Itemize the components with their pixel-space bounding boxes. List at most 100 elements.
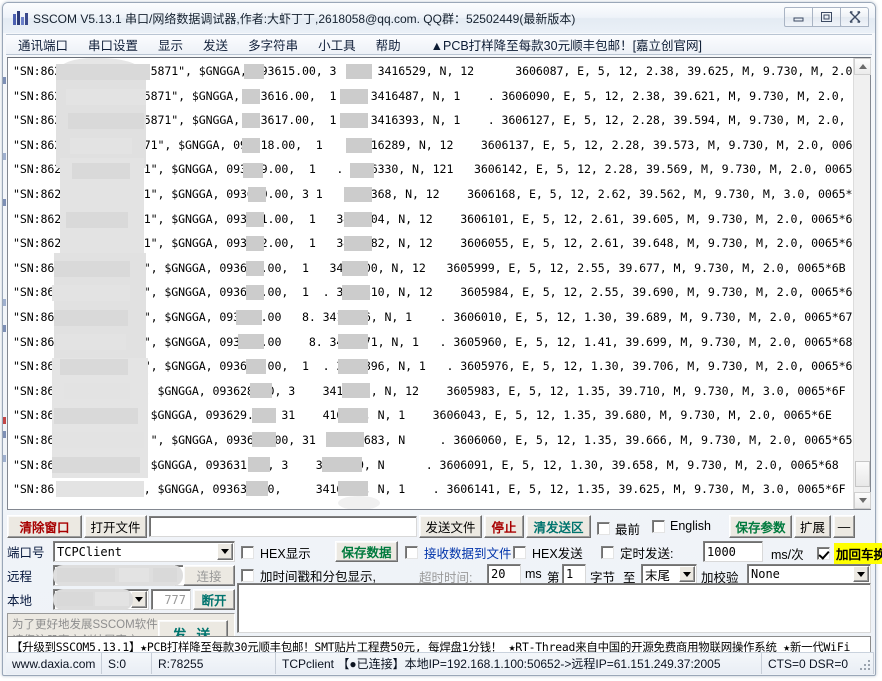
window-title: SSCOM V5.13.1 串口/网络数据调试器,作者:大虾丁丁,2618058… [33,11,576,26]
chevron-down-icon-local[interactable] [131,591,147,608]
recv-to-file-group[interactable]: 接收数据到文件 [405,543,512,562]
receive-line: "SN:8626 5871", $GNGGA, 093625.00 8. 341… [13,309,853,324]
local-port-value: 777 [164,592,186,607]
receive-line: "SN:862 1", $GNGGA, 093631.00, 3 3416689… [13,457,839,472]
remote-label: 远程 [7,569,33,584]
send-textarea[interactable] [237,583,871,633]
timeout-value: 20 [491,567,506,581]
topmost-checkbox[interactable] [597,522,610,535]
english-checkbox[interactable] [652,519,665,533]
english-checkbox-group[interactable]: English [652,519,711,533]
menu-ad-link[interactable]: ▲PCB打样降至每款30元顺丰包邮！[嘉立创官网] [431,35,702,54]
status-website[interactable]: www.daxia.com [6,653,102,674]
scroll-up-icon[interactable] [854,58,871,75]
menu-bar: 通讯端口 串口设置 显示 发送 多字符串 小工具 帮助 ▲PCB打样降至每款30… [6,34,872,55]
connection-panel: 端口号 TCPClient 远程 连接 本地 777 断开 为了更好地发展SSC… [7,541,235,657]
menu-item-tools[interactable]: 小工具 [310,35,364,54]
timed-send-group[interactable]: 定时发送: [601,543,673,562]
receive-line: "SN:8626 5871", $GNGGA, 093615.00, 3 341… [13,64,853,78]
clear-send-area-button[interactable]: 清发送区 [526,515,591,538]
close-icon[interactable] [840,7,869,27]
checksum-select[interactable]: None [747,564,871,584]
local-port-input[interactable]: 777 [151,589,191,610]
receive-line: "SN:862 5871", $GNGGA, 093623.00, 1 3416… [13,260,846,275]
open-file-button[interactable]: 打开文件 [84,515,147,538]
topmost-checkbox-group[interactable]: 最前 [597,519,640,538]
crlf-checkbox[interactable] [817,547,830,560]
collapse-button[interactable]: — [833,515,855,538]
hex-display-checkbox[interactable] [241,546,254,559]
interval-unit-label: ms/次 [771,548,804,562]
interval-value: 1000 [707,544,736,559]
toolbar-row: 清除窗口 打开文件 发送文件 停止 清发送区 最前 English 保存参数 扩… [7,515,871,539]
register-note-line1: 为了更好地发展SSCOM软件 [12,619,158,631]
remote-address-input[interactable] [53,565,173,586]
timestamp-checkbox[interactable] [241,569,254,582]
stop-button[interactable]: 停止 [484,515,524,538]
status-sent: S:0 [102,653,152,674]
menu-item-port-config[interactable]: 串口设置 [80,35,146,54]
local-row: 本地 [7,589,51,609]
status-connection: TCPclient 【●已连接】本地IP=192.168.1.100:50652… [276,653,762,674]
port-label: 端口号 [7,545,45,560]
sscom-window: SSCOM V5.13.1 串口/网络数据调试器,作者:大虾丁丁,2618058… [2,2,882,676]
title-bar: SSCOM V5.13.1 串口/网络数据调试器,作者:大虾丁丁,2618058… [3,3,875,33]
receive-text-area[interactable]: "SN:8626 5871", $GNGGA, 093615.00, 3 341… [8,58,853,509]
byte-from-input[interactable]: 1 [562,564,586,584]
receive-lines: "SN:8626 5871", $GNGGA, 093615.00, 3 341… [13,59,853,502]
signal-bars-icon [12,10,28,26]
receive-line: "SN:862 5871", $GNGGA, 093624.00, 1 . 34… [13,285,853,300]
scroll-down-icon[interactable] [854,492,871,509]
byte-to-value: 末尾 [645,568,671,583]
port-select-value: TCPClient [57,544,123,559]
app-root: SSCOM V5.13.1 串口/网络数据调试器,作者:大虾丁丁,2618058… [0,0,882,681]
menu-item-send[interactable]: 发送 [195,35,236,54]
scrollbar-thumb[interactable] [855,461,870,487]
hex-send-checkbox[interactable] [513,546,526,559]
english-label: English [670,519,711,533]
hex-display-group[interactable]: HEX显示 [241,543,311,562]
menu-item-help[interactable]: 帮助 [368,35,409,54]
connect-button[interactable]: 连接 [183,565,235,586]
resize-grip-icon[interactable] [858,658,872,672]
maximize-icon[interactable] [812,7,841,27]
save-data-button[interactable]: 保存数据 [335,541,398,562]
receive-scrollbar[interactable] [853,58,871,509]
chevron-down-icon[interactable] [217,543,233,560]
receive-panel: "SN:8626 5871", $GNGGA, 093615.00, 3 341… [7,57,871,510]
hex-send-label: HEX发送 [532,547,583,561]
timed-send-checkbox[interactable] [601,546,614,559]
disconnect-button[interactable]: 断开 [193,589,235,610]
receive-line: "SN:8626 1", $GNGGA, 093629.00, 31 41676… [13,408,832,423]
save-params-button[interactable]: 保存参数 [729,515,792,538]
hex-display-label: HEX显示 [260,547,311,561]
byte-to-select[interactable]: 末尾 [641,564,697,584]
crlf-label: 加回车换行 [834,543,882,564]
topmost-label: 最前 [615,523,641,537]
menu-item-display[interactable]: 显示 [150,35,191,54]
menu-item-comm-port[interactable]: 通讯端口 [10,35,76,54]
receive-line: "SN:86. 671", $GNGGA, 093632.00, 3416414… [13,482,846,497]
chevron-down-icon-checksum[interactable] [853,566,869,582]
chevron-down-icon-byteto[interactable] [679,566,695,582]
minimize-icon[interactable] [784,7,813,27]
menu-item-multistring[interactable]: 多字符串 [240,35,306,54]
timeout-input[interactable]: 20 [487,564,521,584]
crlf-group[interactable]: 加回车换行 ? [817,543,882,564]
port-row: 端口号 [7,541,51,561]
clear-window-button[interactable]: 清除窗口 [7,515,82,538]
interval-input[interactable]: 1000 [703,541,763,562]
timeout-unit-label: ms [525,567,542,581]
hex-send-group[interactable]: HEX发送 [513,543,583,562]
extend-button[interactable]: 扩展 [794,515,831,538]
local-address-select[interactable] [53,589,149,610]
file-path-input[interactable] [149,516,417,537]
receive-line: "SN:86263 5871", $GNGGA, 093617.00, 1 . … [13,113,853,128]
recv-to-file-checkbox[interactable] [405,546,418,559]
receive-line: "SN:86263 15871", $GNGGA, 093621.00, 1 3… [13,211,853,226]
send-file-button[interactable]: 发送文件 [419,515,482,538]
port-select[interactable]: TCPClient [53,541,235,562]
receive-line: "SN:862631 5871", $GNGGA, 093616.00, 1 .… [13,88,853,103]
receive-line: "SN:862631 15871", $GNGGA, 093619.00, 1 … [13,162,853,177]
status-received: R:78255 [152,653,276,674]
